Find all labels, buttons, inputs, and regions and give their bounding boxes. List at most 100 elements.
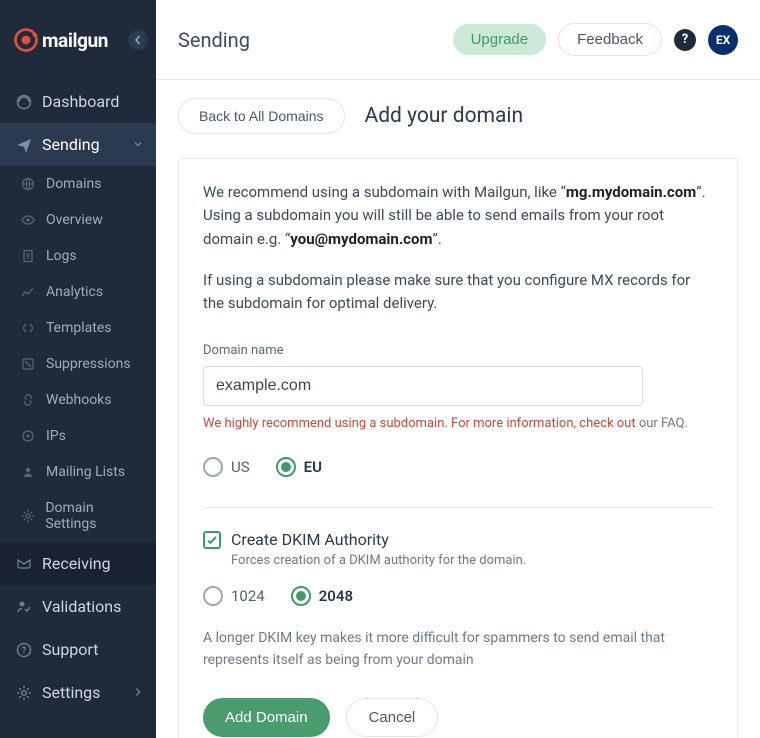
intro-paragraph-1: We recommend using a subdomain with Mail… [203, 181, 713, 251]
app-root: mailgun Dashboard Sending Domains Overvi… [0, 0, 760, 738]
divider [203, 507, 713, 508]
header-title: Sending [178, 28, 250, 52]
intro-text: We recommend using a subdomain with Mail… [203, 183, 566, 201]
sidebar-collapse-button[interactable] [128, 30, 148, 50]
sidebar-item-settings[interactable]: Settings [0, 671, 156, 714]
main-area: Sending Upgrade Feedback ? EX Back to Al… [156, 0, 760, 738]
sidebar-item-label: Receiving [42, 554, 111, 573]
brand-mark-icon [12, 26, 40, 54]
add-domain-button[interactable]: Add Domain [203, 698, 330, 737]
dkim-authority-label: Create DKIM Authority [231, 530, 526, 549]
chevron-right-icon [132, 683, 144, 702]
sidebar-item-label: IPs [46, 428, 66, 444]
dashboard-icon [16, 94, 32, 110]
sidebar-item-support[interactable]: ? Support [0, 628, 156, 671]
sidebar-sending-sub: Domains Overview Logs Analytics Template… [0, 166, 156, 542]
sidebar-item-label: Analytics [46, 284, 103, 300]
dkim-authority-row: Create DKIM Authority Forces creation of… [203, 530, 713, 568]
sidebar: mailgun Dashboard Sending Domains Overvi… [0, 0, 156, 738]
sidebar-item-label: Mailing Lists [46, 464, 125, 480]
check-user-icon [16, 599, 32, 615]
dkim-length-2048[interactable]: 2048 [291, 586, 353, 606]
help-button[interactable]: ? [674, 29, 696, 51]
domain-name-input[interactable] [203, 366, 643, 406]
radio-label: EU [304, 458, 322, 476]
content: Back to All Domains Add your domain We r… [156, 80, 760, 738]
svg-text:?: ? [22, 646, 27, 656]
file-icon [20, 248, 36, 264]
check-icon [206, 534, 218, 546]
region-radio-us[interactable]: US [203, 457, 250, 477]
sidebar-item-label: Validations [42, 597, 121, 616]
user-icon [20, 464, 36, 480]
sidebar-item-validations[interactable]: Validations [0, 585, 156, 628]
sidebar-sub-ips[interactable]: IPs [0, 418, 156, 454]
sidebar-item-label: Dashboard [42, 92, 119, 111]
sidebar-item-sending[interactable]: Sending [0, 123, 156, 166]
avatar[interactable]: EX [708, 25, 738, 55]
sidebar-item-dashboard[interactable]: Dashboard [0, 80, 156, 123]
radio-icon [203, 457, 223, 477]
dkim-length-radio-group: 1024 2048 [203, 586, 713, 606]
sidebar-sub-logs[interactable]: Logs [0, 238, 156, 274]
domain-name-label: Domain name [203, 343, 713, 358]
brand-logo[interactable]: mailgun [12, 26, 108, 54]
radio-label: 1024 [231, 587, 265, 605]
sidebar-item-label: Domains [46, 176, 101, 192]
radio-label: 2048 [319, 587, 353, 605]
form-button-row: Add Domain Cancel [203, 698, 713, 737]
page-title: Add your domain [365, 104, 524, 128]
block-icon [20, 356, 36, 372]
sidebar-sub-domain-settings[interactable]: Domain Settings [0, 490, 156, 542]
radio-icon [203, 586, 223, 606]
sidebar-sub-analytics[interactable]: Analytics [0, 274, 156, 310]
gear-icon [20, 508, 35, 524]
intro-paragraph-2: If using a subdomain please make sure th… [203, 269, 713, 316]
target-icon [20, 428, 36, 444]
chevron-down-icon [132, 135, 144, 154]
help-icon: ? [16, 642, 32, 658]
intro-example-email: you@mydomain.com [290, 230, 432, 248]
sidebar-sub-mailing-lists[interactable]: Mailing Lists [0, 454, 156, 490]
radio-icon [291, 586, 311, 606]
dkim-note: A longer DKIM key makes it more difficul… [203, 628, 713, 671]
sidebar-item-label: Domain Settings [45, 500, 144, 532]
sidebar-item-label: Sending [42, 135, 100, 154]
inbox-icon [16, 556, 32, 572]
dkim-authority-checkbox[interactable] [203, 531, 221, 549]
sidebar-sub-overview[interactable]: Overview [0, 202, 156, 238]
intro-example-domain: mg.mydomain.com [566, 183, 696, 201]
send-icon [16, 137, 32, 153]
radio-label: US [231, 458, 250, 476]
sidebar-item-label: Webhooks [46, 392, 112, 408]
back-to-domains-button[interactable]: Back to All Domains [178, 98, 345, 134]
logo-row: mailgun [0, 0, 156, 80]
sidebar-sub-suppressions[interactable]: Suppressions [0, 346, 156, 382]
sidebar-sub-webhooks[interactable]: Webhooks [0, 382, 156, 418]
radio-icon [276, 457, 296, 477]
domain-form-card: We recommend using a subdomain with Mail… [178, 158, 738, 738]
sidebar-item-label: Overview [46, 212, 103, 228]
chevron-left-icon [133, 35, 143, 45]
globe-icon [20, 176, 36, 192]
faq-link[interactable]: our FAQ. [636, 416, 688, 431]
feedback-button[interactable]: Feedback [558, 23, 662, 56]
sidebar-item-label: Support [42, 640, 98, 659]
dkim-authority-help: Forces creation of a DKIM authority for … [231, 553, 526, 568]
sidebar-sub-domains[interactable]: Domains [0, 166, 156, 202]
sidebar-sub-templates[interactable]: Templates [0, 310, 156, 346]
dkim-length-1024[interactable]: 1024 [203, 586, 265, 606]
sidebar-nav: Dashboard Sending Domains Overview Logs … [0, 80, 156, 714]
gear-icon [16, 685, 32, 701]
sidebar-item-label: Logs [46, 248, 77, 264]
cancel-button[interactable]: Cancel [346, 698, 439, 737]
subdomain-warning: We highly recommend using a subdomain. F… [203, 416, 713, 431]
code-icon [20, 320, 36, 336]
region-radio-eu[interactable]: EU [276, 457, 322, 477]
sidebar-item-receiving[interactable]: Receiving [0, 542, 156, 585]
warning-text: We highly recommend using a subdomain. F… [203, 416, 636, 431]
brand-name: mailgun [42, 29, 108, 52]
chart-icon [20, 284, 36, 300]
upgrade-button[interactable]: Upgrade [453, 24, 547, 55]
intro-text: ”. [432, 230, 441, 248]
